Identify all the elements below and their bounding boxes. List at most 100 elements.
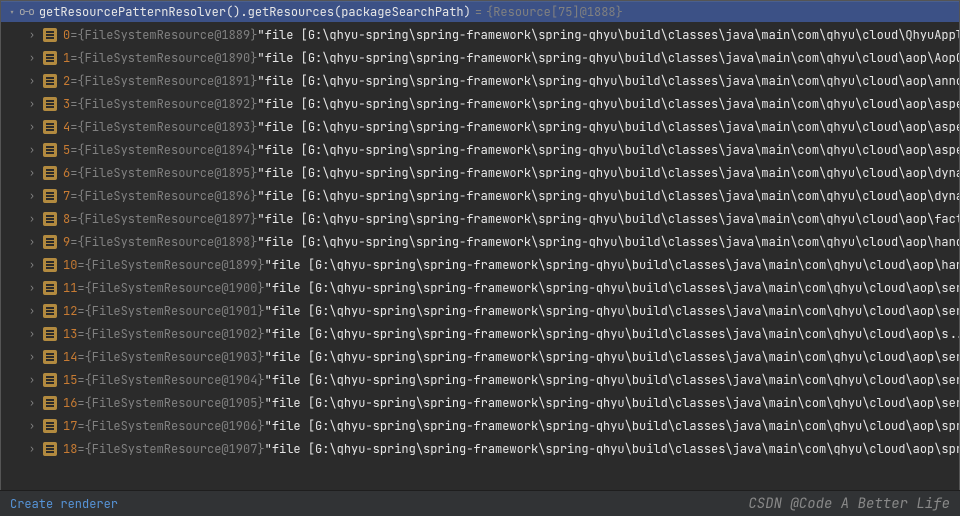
table-row[interactable]: ›13 = {FileSystemResource@1902} "file [G… [1, 322, 959, 345]
chevron-right-icon[interactable]: › [29, 212, 35, 225]
equals-sign: = [77, 395, 84, 411]
chevron-right-icon[interactable]: › [29, 97, 35, 110]
table-row[interactable]: ›0 = {FileSystemResource@1889} "file [G:… [1, 23, 959, 46]
chevron-right-icon[interactable]: › [29, 120, 35, 133]
debug-expression-header[interactable]: ▾ o-o getResourcePatternResolver().getRe… [1, 1, 959, 23]
object-icon [43, 235, 57, 249]
object-icon [43, 350, 57, 364]
file-path: "file [G:\qhyu-spring\spring-framework\s… [265, 280, 959, 296]
equals-sign: = [70, 96, 77, 112]
table-row[interactable]: ›9 = {FileSystemResource@1898} "file [G:… [1, 230, 959, 253]
create-renderer-link[interactable]: Create renderer [10, 496, 118, 512]
chevron-right-icon[interactable]: › [29, 189, 35, 202]
table-row[interactable]: ›7 = {FileSystemResource@1896} "file [G:… [1, 184, 959, 207]
chevron-right-icon[interactable]: › [29, 235, 35, 248]
glasses-icon: o-o [19, 5, 33, 19]
object-icon [43, 327, 57, 341]
resource-id: {FileSystemResource@1892} [77, 96, 257, 112]
table-row[interactable]: ›2 = {FileSystemResource@1891} "file [G:… [1, 69, 959, 92]
object-icon [43, 212, 57, 226]
row-index: 15 [63, 372, 77, 388]
row-index: 13 [63, 326, 77, 342]
file-path: "file [G:\qhyu-spring\spring-framework\s… [257, 165, 959, 181]
row-index: 8 [63, 211, 70, 227]
resource-id: {FileSystemResource@1905} [85, 395, 265, 411]
equals-sign: = [77, 418, 84, 434]
object-icon [43, 304, 57, 318]
chevron-right-icon[interactable]: › [29, 74, 35, 87]
equals-sign: = [70, 165, 77, 181]
object-icon [43, 258, 57, 272]
chevron-right-icon[interactable]: › [29, 442, 35, 455]
chevron-right-icon[interactable]: › [29, 143, 35, 156]
chevron-right-icon[interactable]: › [29, 51, 35, 64]
chevron-right-icon[interactable]: › [29, 281, 35, 294]
resource-id: {FileSystemResource@1896} [77, 188, 257, 204]
file-path: "file [G:\qhyu-spring\spring-framework\s… [265, 257, 959, 273]
table-row[interactable]: ›14 = {FileSystemResource@1903} "file [G… [1, 345, 959, 368]
object-icon [43, 281, 57, 295]
row-index: 2 [63, 73, 70, 89]
row-index: 12 [63, 303, 77, 319]
table-row[interactable]: ›15 = {FileSystemResource@1904} "file [G… [1, 368, 959, 391]
row-index: 4 [63, 119, 70, 135]
file-path: "file [G:\qhyu-spring\spring-framework\s… [257, 142, 959, 158]
row-index: 6 [63, 165, 70, 181]
table-row[interactable]: ›5 = {FileSystemResource@1894} "file [G:… [1, 138, 959, 161]
resource-id: {FileSystemResource@1890} [77, 50, 257, 66]
object-icon [43, 120, 57, 134]
equals-sign: = [70, 142, 77, 158]
resource-id: {FileSystemResource@1901} [85, 303, 265, 319]
resource-id: {FileSystemResource@1889} [77, 27, 257, 43]
file-path: "file [G:\qhyu-spring\spring-framework\s… [257, 96, 959, 112]
equals-sign: = [77, 326, 84, 342]
expression-text: getResourcePatternResolver().getResource… [39, 4, 471, 20]
resource-id: {FileSystemResource@1895} [77, 165, 257, 181]
chevron-right-icon[interactable]: › [29, 327, 35, 340]
object-icon [43, 51, 57, 65]
file-path: "file [G:\qhyu-spring\spring-framework\s… [265, 326, 959, 342]
table-row[interactable]: ›10 = {FileSystemResource@1899} "file [G… [1, 253, 959, 276]
row-index: 18 [63, 441, 77, 457]
table-row[interactable]: ›16 = {FileSystemResource@1905} "file [G… [1, 391, 959, 414]
table-row[interactable]: ›3 = {FileSystemResource@1892} "file [G:… [1, 92, 959, 115]
row-index: 9 [63, 234, 70, 250]
table-row[interactable]: ›11 = {FileSystemResource@1900} "file [G… [1, 276, 959, 299]
table-row[interactable]: ›17 = {FileSystemResource@1906} "file [G… [1, 414, 959, 437]
table-row[interactable]: ›1 = {FileSystemResource@1890} "file [G:… [1, 46, 959, 69]
chevron-right-icon[interactable]: › [29, 373, 35, 386]
resource-id: {FileSystemResource@1900} [85, 280, 265, 296]
chevron-right-icon[interactable]: › [29, 166, 35, 179]
object-icon [43, 189, 57, 203]
resource-id: {FileSystemResource@1891} [77, 73, 257, 89]
equals-sign: = [77, 349, 84, 365]
chevron-right-icon[interactable]: › [29, 304, 35, 317]
table-row[interactable]: › 6 = {FileSystemResource@1895} "file [G:… [1, 161, 959, 184]
table-row[interactable]: ›4 = {FileSystemResource@1893} "file [G:… [1, 115, 959, 138]
resource-id: {FileSystemResource@1907} [85, 441, 265, 457]
file-path: "file [G:\qhyu-spring\spring-framework\s… [265, 372, 959, 388]
table-row[interactable]: ›18 = {FileSystemResource@1907} "file [G… [1, 437, 959, 460]
result-list: › 0 = {FileSystemResource@1889} "file [G:… [1, 23, 959, 460]
chevron-right-icon[interactable]: › [29, 396, 35, 409]
chevron-right-icon[interactable]: › [29, 28, 35, 41]
row-index: 0 [63, 27, 70, 43]
chevron-right-icon[interactable]: › [29, 350, 35, 363]
chevron-right-icon[interactable]: › [29, 419, 35, 432]
table-row[interactable]: › 12 = {FileSystemResource@1901} "file [G… [1, 299, 959, 322]
resource-id: {FileSystemResource@1899} [85, 257, 265, 273]
object-icon [43, 166, 57, 180]
row-index: 1 [63, 50, 70, 66]
chevron-right-icon[interactable]: › [29, 258, 35, 271]
file-path: "file [G:\qhyu-spring\spring-framework\s… [265, 418, 959, 434]
watermark-text: CSDN @Code A Better Life [748, 495, 950, 513]
chevron-down-icon[interactable]: ▾ [9, 6, 15, 19]
file-path: "file [G:\qhyu-spring\spring-framework\s… [265, 303, 959, 319]
file-path: "file [G:\qhyu-spring\spring-framework\s… [257, 188, 959, 204]
row-index: 16 [63, 395, 77, 411]
table-row[interactable]: ›8 = {FileSystemResource@1897} "file [G:… [1, 207, 959, 230]
equals-sign: = [70, 27, 77, 43]
file-path: "file [G:\qhyu-spring\spring-framework\s… [257, 73, 959, 89]
equals-sign: = [77, 303, 84, 319]
object-icon [43, 373, 57, 387]
